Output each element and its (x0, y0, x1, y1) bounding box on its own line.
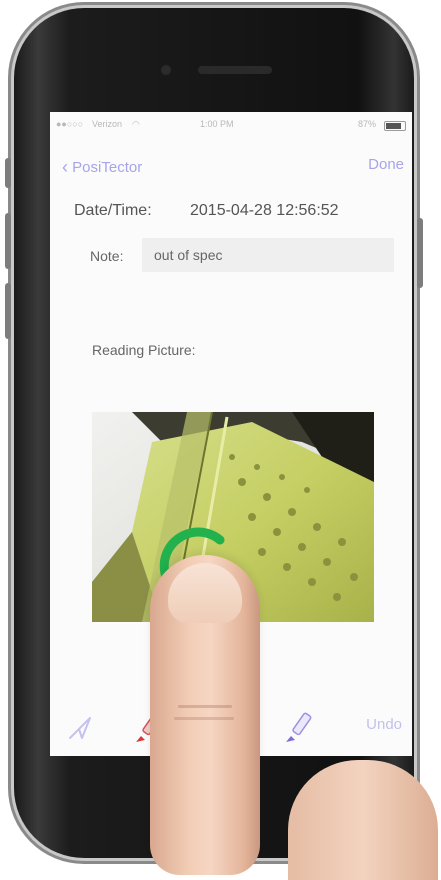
done-button[interactable]: Done (368, 156, 404, 173)
power-button (417, 218, 423, 288)
pointing-finger (150, 555, 260, 875)
fingernail (168, 563, 242, 623)
undo-button[interactable]: Undo (366, 716, 402, 733)
volume-up-button (5, 213, 11, 269)
earpiece-speaker (198, 66, 272, 74)
reading-picture-label: Reading Picture: (92, 342, 196, 358)
second-finger (288, 760, 438, 880)
navigation-bar: ‹ PosiTector Done (50, 146, 412, 182)
knuckle-crease (178, 705, 232, 708)
front-camera (160, 64, 172, 76)
chevron-left-icon: ‹ (62, 157, 68, 177)
note-field[interactable]: out of spec (142, 238, 394, 272)
status-time: 1:00 PM (200, 119, 234, 129)
arrow-tool-icon[interactable] (66, 714, 94, 742)
back-button-label: PosiTector (72, 159, 143, 176)
purple-marker-icon[interactable] (282, 710, 316, 746)
status-bar: ●●○○○ Verizon ◠ 1:00 PM 87% (50, 116, 412, 136)
note-label: Note: (90, 248, 124, 264)
mute-switch (5, 158, 11, 188)
back-button[interactable]: ‹ PosiTector (62, 156, 142, 177)
carrier-label: Verizon (92, 119, 123, 129)
battery-icon (384, 121, 406, 131)
signal-icon: ●●○○○ (56, 119, 84, 129)
datetime-value: 2015-04-28 12:56:52 (190, 202, 339, 219)
volume-down-button (5, 283, 11, 339)
battery-percent: 87% (357, 119, 376, 129)
wifi-icon: ◠ (132, 119, 140, 129)
datetime-label: Date/Time: (74, 202, 152, 219)
knuckle-crease (174, 717, 234, 720)
